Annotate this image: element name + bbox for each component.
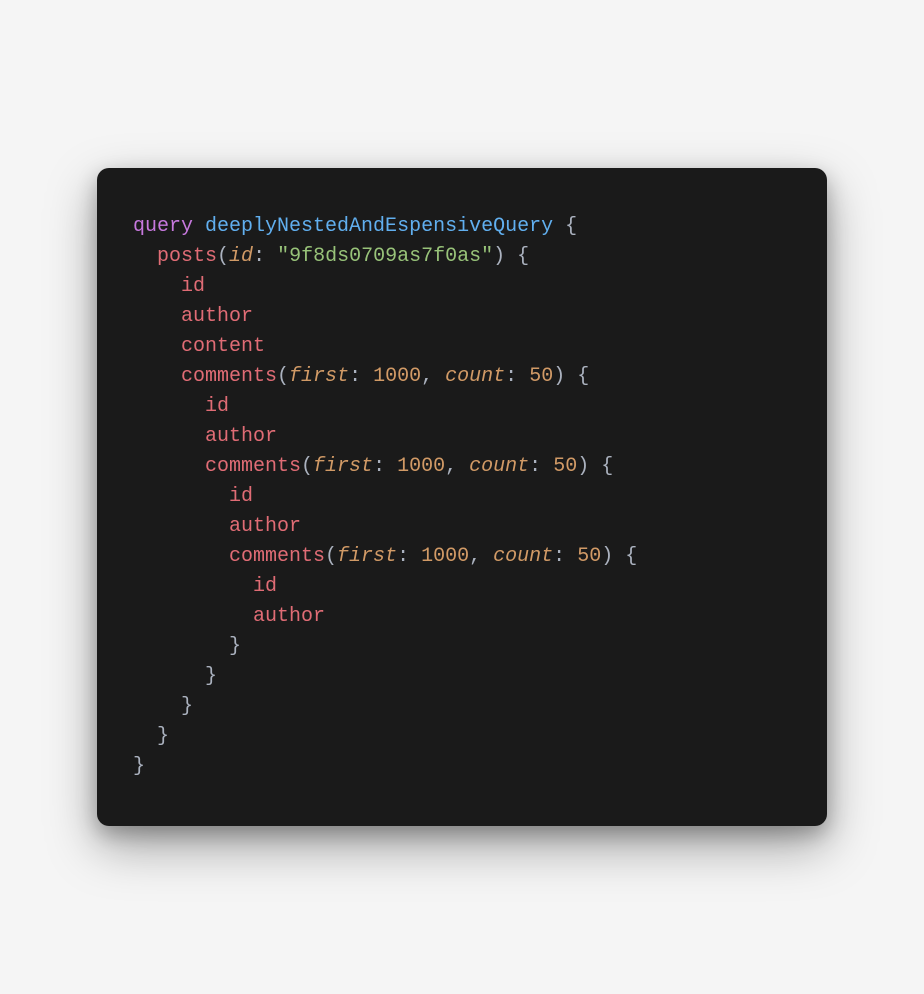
field-author: author [181,305,253,328]
arg-count: count [445,365,505,388]
query-name: deeplyNestedAndEspensiveQuery [205,215,553,238]
field-comments: comments [181,365,277,388]
colon: : [253,245,265,268]
value-count: 50 [553,455,577,478]
colon: : [529,455,541,478]
colon: : [373,455,385,478]
field-author: author [229,515,301,538]
paren-close: ) [601,545,613,568]
field-comments: comments [205,455,301,478]
brace-close: } [229,635,241,658]
colon: : [349,365,361,388]
brace-open: { [601,455,613,478]
value-count: 50 [529,365,553,388]
field-id: id [205,395,229,418]
value-first: 1000 [397,455,445,478]
comma: , [469,545,481,568]
field-posts: posts [157,245,217,268]
field-id: id [229,485,253,508]
paren-open: ( [325,545,337,568]
paren-close: ) [577,455,589,478]
value-first: 1000 [421,545,469,568]
code-block: query deeplyNestedAndEspensiveQuery { po… [133,212,791,782]
brace-close: } [205,665,217,688]
colon: : [553,545,565,568]
paren-open: ( [217,245,229,268]
field-comments: comments [229,545,325,568]
brace-close: } [157,725,169,748]
brace-close: } [181,695,193,718]
value-first: 1000 [373,365,421,388]
arg-id: id [229,245,253,268]
brace-open: { [517,245,529,268]
code-card: query deeplyNestedAndEspensiveQuery { po… [97,168,827,826]
brace-open: { [577,365,589,388]
brace-open: { [565,215,577,238]
comma: , [445,455,457,478]
keyword-query: query [133,215,193,238]
arg-count: count [493,545,553,568]
brace-close: } [133,755,145,778]
value-id-string: "9f8ds0709as7f0as" [277,245,493,268]
paren-close: ) [553,365,565,388]
colon: : [397,545,409,568]
value-count: 50 [577,545,601,568]
colon: : [505,365,517,388]
arg-first: first [313,455,373,478]
field-author: author [205,425,277,448]
field-content: content [181,335,265,358]
paren-open: ( [301,455,313,478]
arg-first: first [337,545,397,568]
comma: , [421,365,433,388]
paren-open: ( [277,365,289,388]
brace-open: { [625,545,637,568]
field-id: id [181,275,205,298]
arg-first: first [289,365,349,388]
arg-count: count [469,455,529,478]
field-author: author [253,605,325,628]
paren-close: ) [493,245,505,268]
field-id: id [253,575,277,598]
